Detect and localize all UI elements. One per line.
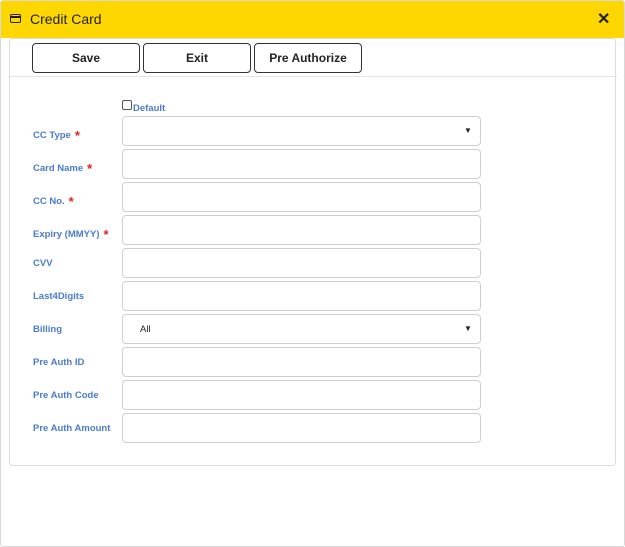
required-marker: * [74, 128, 80, 143]
required-marker: * [87, 161, 93, 176]
cvv-input[interactable] [122, 248, 481, 278]
close-icon[interactable]: ✕ [597, 11, 610, 29]
cc-no-input[interactable] [122, 182, 481, 212]
expiry-input[interactable] [122, 215, 481, 245]
save-button[interactable]: Save [32, 43, 140, 73]
expiry-label: Expiry (MMYY) * [33, 225, 109, 242]
pre-auth-code-label: Pre Auth Code [33, 390, 99, 401]
pre-auth-amount-input[interactable] [122, 413, 481, 443]
required-marker: * [103, 227, 109, 242]
cc-type-select[interactable]: ▼ [122, 116, 481, 146]
billing-label: Billing [33, 324, 63, 335]
expiry-label-text: Expiry (MMYY) [33, 229, 100, 240]
chevron-down-icon[interactable]: ▼ [464, 324, 472, 333]
cc-no-label-text: CC No. [33, 196, 65, 207]
cvv-label: CVV [33, 258, 53, 269]
dialog-title: Credit Card [30, 11, 102, 27]
pre-auth-id-label: Pre Auth ID [33, 357, 85, 368]
card-name-label-text: Card Name [33, 163, 84, 174]
default-checkbox-label: Default [133, 103, 166, 114]
default-checkbox[interactable] [122, 100, 132, 110]
pre-auth-code-input[interactable] [122, 380, 481, 410]
dialog-titlebar: Credit Card ✕ [1, 1, 624, 38]
last4-label: Last4Digits [33, 291, 85, 302]
card-name-input[interactable] [122, 149, 481, 179]
last4-input[interactable] [122, 281, 481, 311]
pre-auth-id-input[interactable] [122, 347, 481, 377]
cc-type-label: CC Type * [33, 126, 80, 143]
card-name-label: Card Name * [33, 159, 93, 176]
window-icon [10, 14, 21, 23]
pre-authorize-button[interactable]: Pre Authorize [254, 43, 362, 73]
cc-no-label: CC No. * [33, 192, 74, 209]
chevron-down-icon[interactable]: ▼ [464, 126, 472, 135]
exit-button[interactable]: Exit [143, 43, 251, 73]
cc-type-label-text: CC Type [33, 130, 71, 141]
required-marker: * [68, 194, 74, 209]
pre-auth-amount-label: Pre Auth Amount [33, 423, 111, 434]
billing-value: All [140, 324, 151, 335]
billing-select[interactable]: All ▼ [122, 314, 481, 344]
toolbar-divider [10, 76, 617, 77]
